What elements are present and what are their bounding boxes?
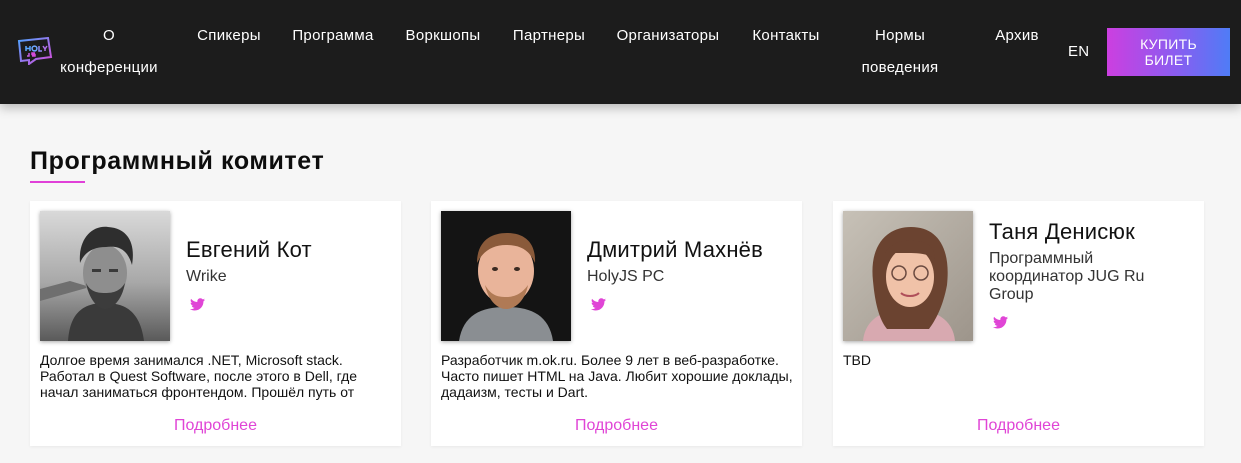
buy-ticket-button[interactable]: КУПИТЬ БИЛЕТ xyxy=(1107,28,1230,76)
twitter-icon[interactable] xyxy=(591,298,606,311)
nav-item-about[interactable]: О конференции xyxy=(56,20,162,84)
more-link[interactable]: Подробнее xyxy=(30,417,401,435)
top-navigation-bar: О конференции Спикеры Программа Воркшопы… xyxy=(0,0,1241,104)
nav-item-archive[interactable]: Архив xyxy=(988,20,1046,52)
member-photo xyxy=(40,211,170,341)
holyjs-logo[interactable] xyxy=(16,37,54,65)
member-photo xyxy=(441,211,571,341)
member-name: Евгений Кот xyxy=(186,237,312,262)
nav-item-workshops[interactable]: Воркшопы xyxy=(398,20,488,52)
buy-ticket-label-line1: КУПИТЬ xyxy=(1140,36,1197,52)
member-photo xyxy=(843,211,973,341)
member-bio: Разработчик m.ok.ru. Более 9 лет в веб-р… xyxy=(441,352,793,400)
title-underline xyxy=(30,181,85,183)
member-card: Евгений Кот Wrike Долгое время занимался… xyxy=(30,201,401,446)
nav-item-organizers[interactable]: Организаторы xyxy=(610,20,726,52)
nav-item-code-of-conduct[interactable]: Нормы поведения xyxy=(850,20,950,84)
nav-item-partners[interactable]: Партнеры xyxy=(506,20,592,52)
member-card: Таня Денисюк Программный координатор JUG… xyxy=(833,201,1204,446)
nav-item-contacts[interactable]: Контакты xyxy=(744,20,828,52)
twitter-icon[interactable] xyxy=(190,298,205,311)
nav-item-program[interactable]: Программа xyxy=(286,20,380,52)
twitter-icon[interactable] xyxy=(993,316,1008,329)
member-card: Дмитрий Махнёв HolyJS PC Разработчик m.o… xyxy=(431,201,802,446)
member-name: Таня Денисюк xyxy=(989,219,1135,244)
nav-item-speakers[interactable]: Спикеры xyxy=(190,20,268,52)
language-switch[interactable]: EN xyxy=(1068,36,1089,68)
member-name: Дмитрий Махнёв xyxy=(587,237,763,262)
more-link[interactable]: Подробнее xyxy=(833,417,1204,435)
member-role: Wrike xyxy=(186,268,227,285)
more-link[interactable]: Подробнее xyxy=(431,417,802,435)
member-bio: Долгое время занимался .NET, Microsoft s… xyxy=(40,352,358,400)
member-bio: TBD xyxy=(843,352,871,368)
member-role: HolyJS PC xyxy=(587,268,665,285)
member-role: Программный координатор JUG Ru Group xyxy=(989,250,1145,303)
section-title: Программный комитет xyxy=(30,147,325,175)
buy-ticket-label-line2: БИЛЕТ xyxy=(1144,52,1193,68)
